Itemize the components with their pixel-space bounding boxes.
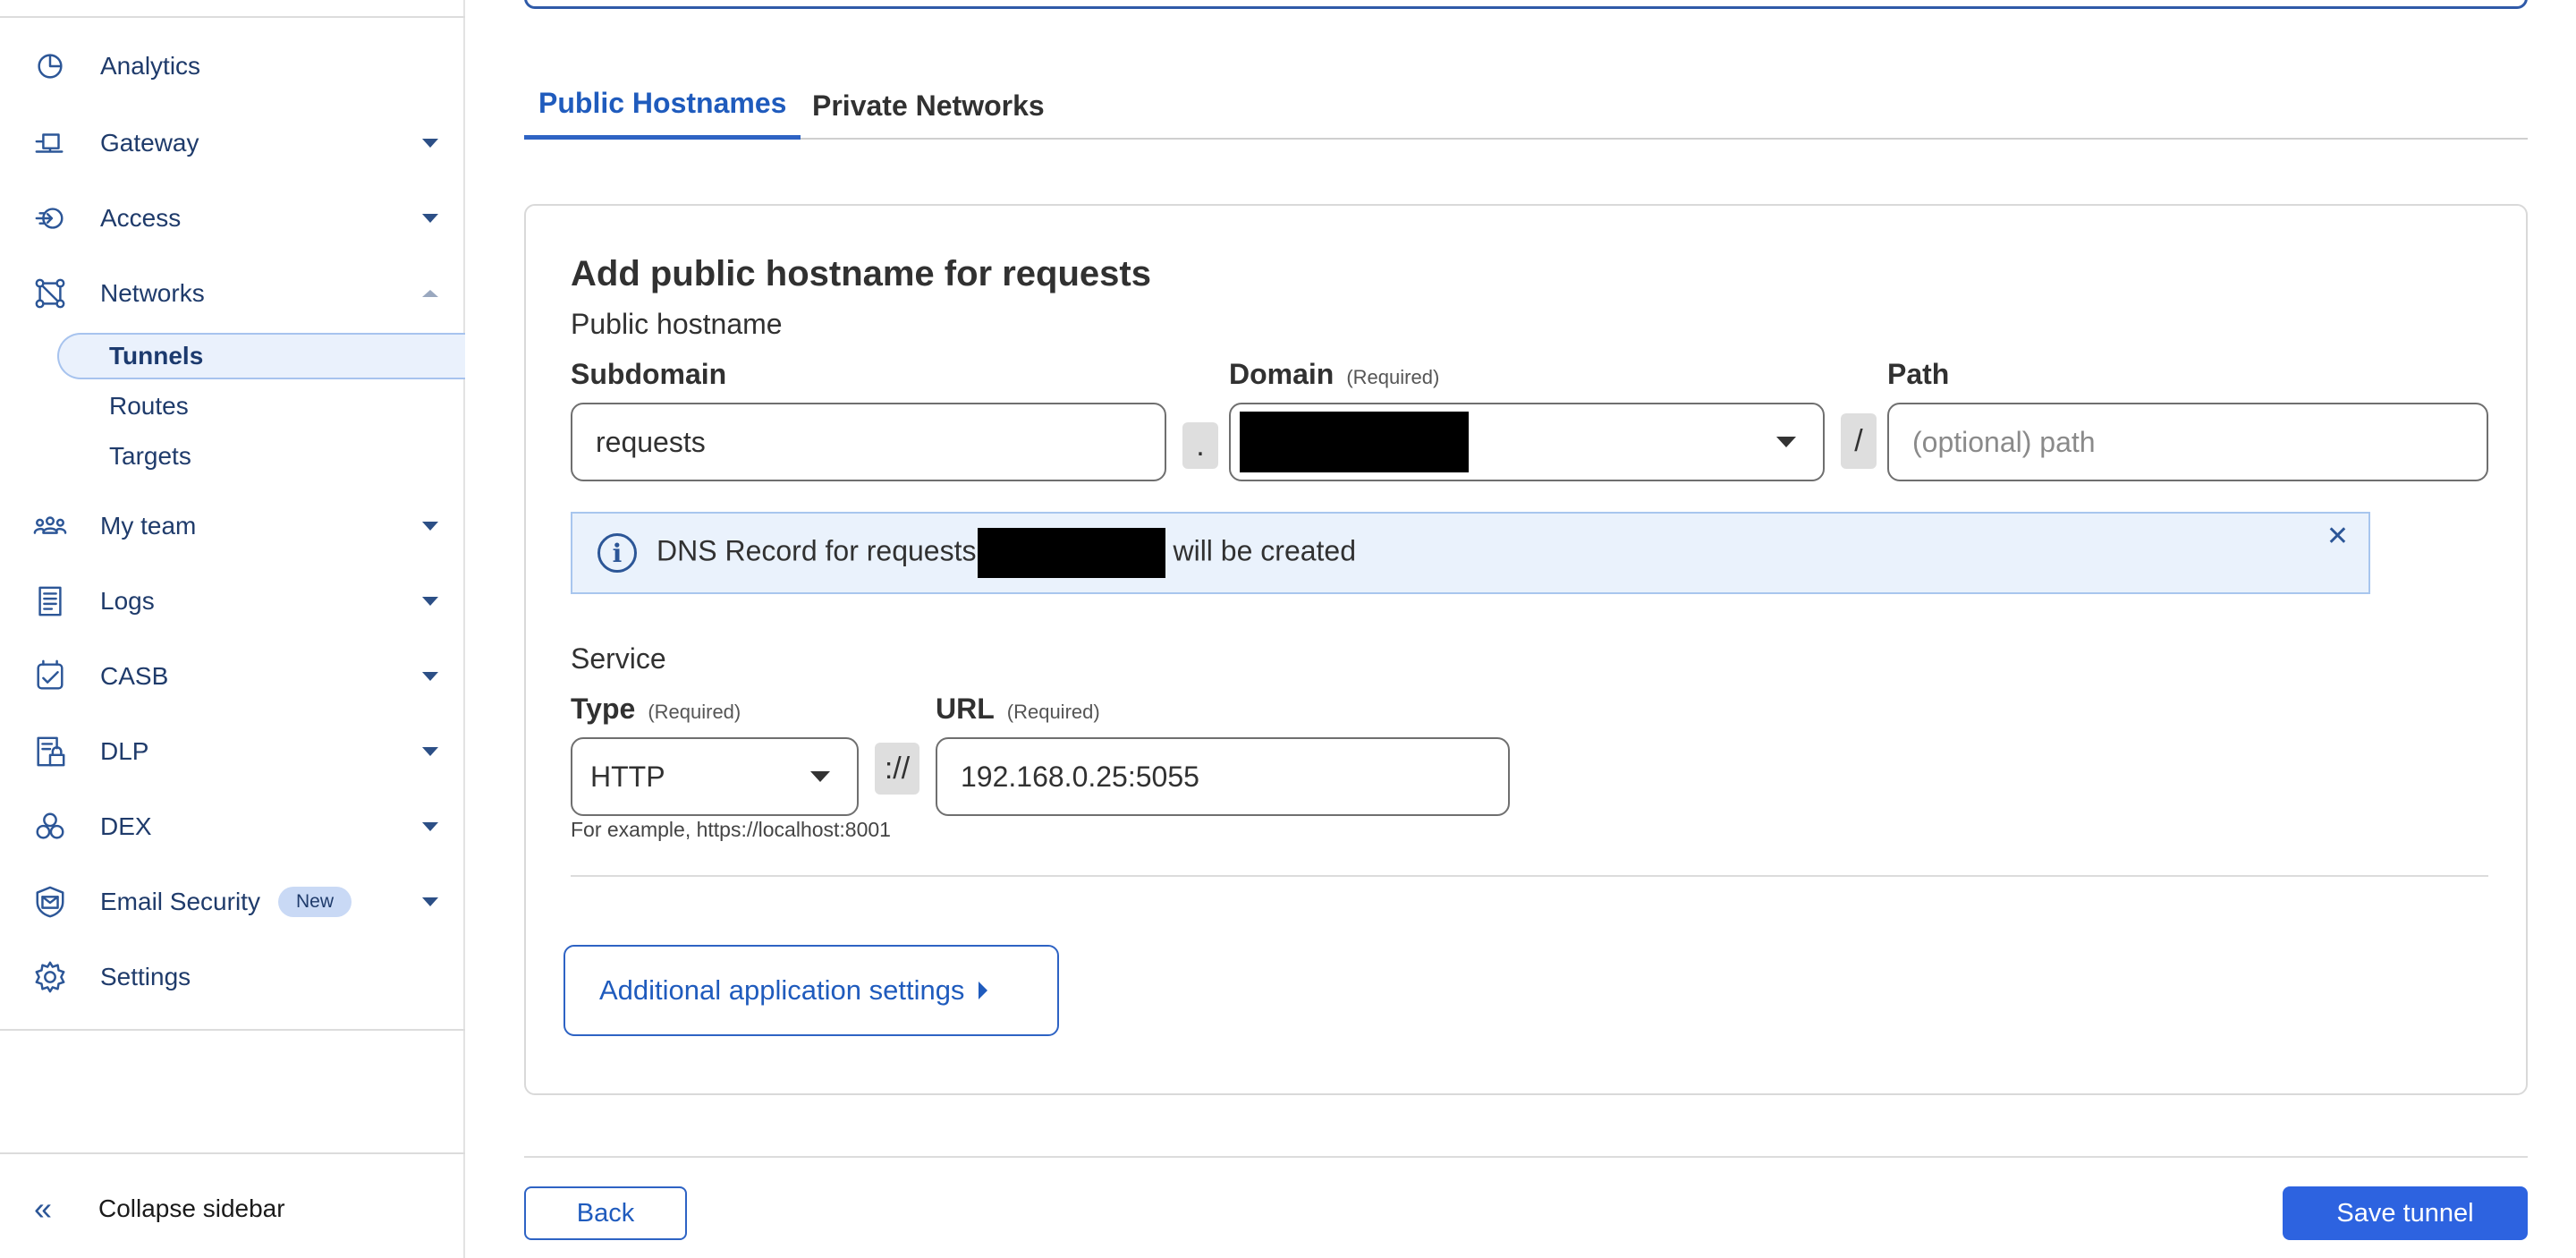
close-icon[interactable]: ✕ (2326, 521, 2349, 552)
sidebar-item-label: Settings (100, 963, 191, 990)
sidebar-item-gateway[interactable]: Gateway (0, 116, 465, 170)
sidebar-item-email-security[interactable]: Email Security New (0, 875, 465, 929)
slash-separator: / (1841, 413, 1877, 469)
sidebar-item-logs[interactable]: Logs (0, 574, 465, 628)
domain-label: Domain (Required) (1229, 358, 1440, 390)
sidebar-item-label: Gateway (100, 129, 199, 157)
service-type-value: HTTP (590, 760, 665, 793)
save-tunnel-button[interactable]: Save tunnel (2283, 1186, 2528, 1240)
chevron-down-icon (422, 522, 438, 531)
tab-private-networks[interactable]: Private Networks (812, 72, 1045, 140)
sidebar-divider (0, 1152, 465, 1154)
sidebar-item-networks[interactable]: Networks (0, 267, 465, 320)
sidebar-item-dex[interactable]: DEX (0, 800, 465, 854)
networks-icon (32, 276, 68, 311)
sidebar-subitem-tunnels[interactable]: Tunnels (57, 333, 465, 379)
sidebar-item-label: DLP (100, 737, 149, 765)
analytics-icon (32, 48, 68, 84)
sidebar-item-label: CASB (100, 662, 169, 690)
sidebar-item-label: Logs (100, 587, 155, 615)
casb-icon (32, 659, 68, 694)
subdomain-input[interactable]: requests (571, 403, 1166, 481)
sidebar-subitem-targets[interactable]: Targets (57, 433, 191, 480)
chevron-down-icon (422, 897, 438, 906)
domain-select[interactable] (1229, 403, 1825, 481)
team-icon (32, 508, 68, 544)
url-label: URL (Required) (936, 693, 1100, 725)
chevron-down-icon (422, 139, 438, 148)
dot-separator: . (1182, 422, 1218, 469)
tab-bar: Public Hostnames Private Networks (524, 72, 2528, 140)
collapse-sidebar-label: Collapse sidebar (98, 1194, 285, 1222)
gateway-icon (32, 125, 68, 161)
dns-info-banner: i DNS Record for requests will be created… (571, 512, 2370, 594)
double-chevron-left-icon: « (34, 1190, 53, 1227)
chevron-down-icon (1776, 437, 1796, 447)
url-hint: For example, https://localhost:8001 (571, 818, 891, 841)
service-label: Service (571, 642, 666, 675)
previous-card-edge (524, 0, 2528, 9)
access-icon (32, 200, 68, 236)
sidebar-item-casb[interactable]: CASB (0, 650, 465, 703)
card-divider (571, 875, 2488, 877)
sidebar-item-label: DEX (100, 812, 152, 840)
path-input[interactable]: (optional) path (1887, 403, 2488, 481)
scheme-separator: :// (875, 743, 919, 795)
email-security-icon (32, 884, 68, 920)
sidebar-divider (0, 1029, 465, 1031)
public-hostname-label: Public hostname (571, 308, 783, 340)
dex-icon (32, 809, 68, 845)
chevron-down-icon (810, 771, 830, 782)
tab-public-hostnames[interactable]: Public Hostnames (524, 72, 801, 140)
subdomain-label: Subdomain (571, 358, 727, 390)
redacted-domain (1240, 412, 1469, 472)
sidebar-item-analytics[interactable]: Analytics (0, 39, 465, 93)
sidebar-item-my-team[interactable]: My team (0, 499, 465, 553)
sidebar-top-divider (0, 16, 465, 18)
card-title: Add public hostname for requests (571, 254, 1151, 293)
chevron-down-icon (422, 672, 438, 681)
main-content: Public Hostnames Private Networks Add pu… (467, 0, 2576, 1258)
redacted-hostname (978, 528, 1166, 578)
gear-icon (32, 959, 68, 995)
dns-record-message: DNS Record for requests will be created (657, 528, 1356, 578)
collapse-sidebar-button[interactable]: « Collapse sidebar (0, 1181, 465, 1237)
footer-divider (524, 1156, 2528, 1158)
new-badge: New (278, 887, 352, 917)
sidebar-item-settings[interactable]: Settings (0, 950, 465, 1004)
service-type-select[interactable]: HTTP (571, 737, 859, 816)
type-label: Type (Required) (571, 693, 741, 725)
sidebar-item-access[interactable]: Access (0, 191, 465, 245)
path-label: Path (1887, 358, 1950, 390)
info-icon: i (597, 533, 637, 573)
sidebar-item-label: Analytics (100, 52, 201, 80)
chevron-down-icon (422, 597, 438, 606)
dlp-icon (32, 734, 68, 769)
sidebar-item-label: Networks (100, 279, 205, 307)
chevron-up-icon (422, 290, 438, 297)
sidebar: Analytics Gateway Access Networks Tunnel… (0, 0, 465, 1258)
chevron-down-icon (422, 747, 438, 756)
chevron-down-icon (422, 214, 438, 223)
public-hostname-card: Add public hostname for requests Public … (524, 204, 2528, 1095)
sidebar-subitem-routes[interactable]: Routes (57, 383, 189, 429)
sidebar-item-label: Email Security (100, 888, 260, 915)
additional-settings-button[interactable]: Additional application settings (564, 945, 1059, 1036)
logs-icon (32, 583, 68, 619)
chevron-down-icon (422, 822, 438, 831)
sidebar-item-dlp[interactable]: DLP (0, 725, 465, 778)
additional-settings-label: Additional application settings (599, 974, 965, 1006)
sidebar-item-label: My team (100, 512, 197, 540)
url-input[interactable]: 192.168.0.25:5055 (936, 737, 1510, 816)
caret-right-icon (979, 982, 988, 999)
sidebar-item-label: Access (100, 204, 182, 232)
back-button[interactable]: Back (524, 1186, 687, 1240)
